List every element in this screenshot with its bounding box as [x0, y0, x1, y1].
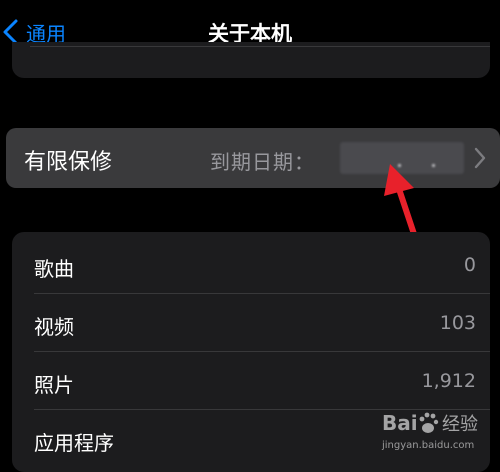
stat-value: 103 [439, 312, 476, 334]
watermark: Bai 经验 jingyan.baidu.com [380, 404, 496, 456]
warranty-label: 有限保修 [24, 150, 113, 175]
list-item: 视频 103 [12, 294, 490, 352]
list-item: 照片 1,912 [12, 352, 490, 410]
stat-label: 照片 [34, 373, 74, 397]
warranty-expiry-label: 到期日期： [210, 150, 315, 174]
chevron-right-icon [474, 147, 486, 169]
row-separator [30, 46, 490, 47]
list-item: 歌曲 0 [12, 236, 490, 294]
stat-label: 歌曲 [34, 257, 74, 281]
stat-value: 0 [463, 254, 476, 276]
stat-label: 应用程序 [34, 431, 114, 455]
stat-label: 视频 [34, 315, 74, 339]
svg-text:经验: 经验 [442, 414, 478, 435]
svg-text:Bai: Bai [382, 411, 418, 435]
previous-settings-group [12, 42, 490, 78]
watermark-url: jingyan.baidu.com [382, 440, 475, 451]
stat-value: 1,912 [421, 370, 476, 392]
baidu-paw-icon: Bai 经验 [382, 411, 478, 435]
